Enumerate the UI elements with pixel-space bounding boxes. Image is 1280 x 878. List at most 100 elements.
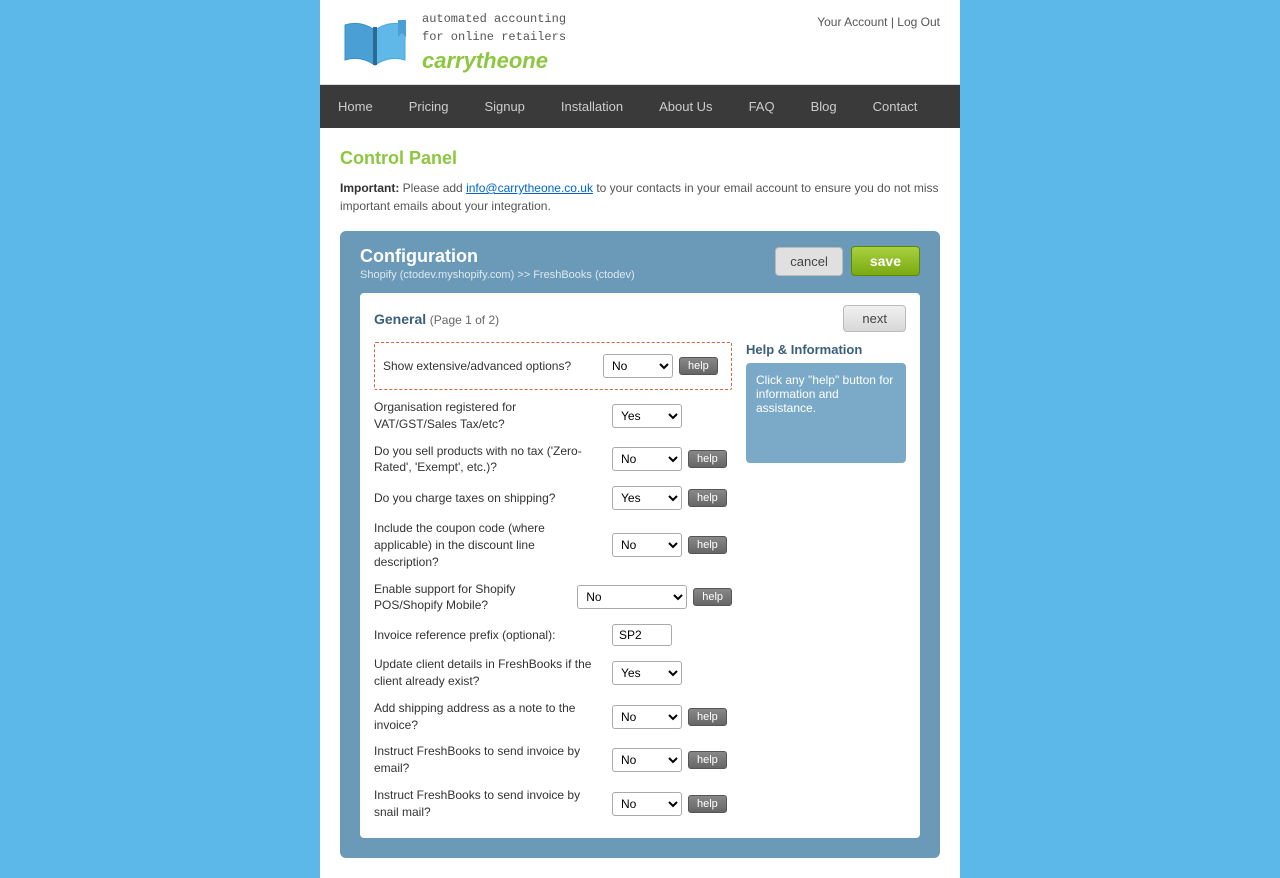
form-row-wrapper-9: Instruct FreshBooks to send invoice by e… (374, 738, 732, 782)
general-title-area: General (Page 1 of 2) (374, 311, 499, 327)
general-section: General (Page 1 of 2) next Show extensiv… (360, 293, 920, 838)
help-button-tax-shipping[interactable]: help (688, 489, 727, 507)
logo-icon (340, 15, 410, 70)
help-content: Click any "help" button for information … (746, 363, 906, 463)
help-button-send-invoice-email[interactable]: help (688, 751, 727, 769)
header: automated accounting for online retailer… (320, 0, 960, 85)
form-control-shipping-note: NoYes help (612, 705, 732, 729)
form-row-tax-shipping: Do you charge taxes on shipping?YesNo hel… (374, 481, 732, 515)
general-body: Show extensive/advanced options?NoYeshel… (374, 342, 906, 826)
form-row-wrapper-8: Add shipping address as a note to the in… (374, 695, 732, 739)
form-control-invoice-prefix (612, 624, 732, 646)
select-coupon-code[interactable]: NoYes (612, 533, 682, 557)
help-button-shopify-pos[interactable]: help (693, 588, 732, 606)
form-row-shipping-note: Add shipping address as a note to the in… (374, 695, 732, 739)
form-row-extensive-options: Show extensive/advanced options?NoYes hel… (383, 349, 723, 383)
select-send-invoice-snail[interactable]: NoYes (612, 792, 682, 816)
form-row-wrapper-7: Update client details in FreshBooks if t… (374, 651, 732, 695)
help-button-zero-rated[interactable]: help (688, 450, 727, 468)
form-label-extensive-options: Show extensive/advanced options? (383, 358, 603, 375)
form-control-send-invoice-email: NoYes help (612, 748, 732, 772)
nav-bar: HomePricingSignupInstallationAbout UsFAQ… (320, 85, 960, 128)
help-button-send-invoice-snail[interactable]: help (688, 795, 727, 813)
config-title-area: Configuration Shopify (ctodev.myshopify.… (360, 246, 635, 281)
select-shipping-note[interactable]: NoYes (612, 705, 682, 729)
form-label-send-invoice-email: Instruct FreshBooks to send invoice by e… (374, 743, 612, 777)
form-label-update-client: Update client details in FreshBooks if t… (374, 656, 612, 690)
nav-item-installation[interactable]: Installation (543, 85, 641, 128)
cancel-button[interactable]: cancel (775, 247, 843, 276)
help-button-shipping-note[interactable]: help (688, 708, 727, 726)
form-row-wrapper-10: Instruct FreshBooks to send invoice by s… (374, 782, 732, 826)
form-control-extensive-options: NoYes help (603, 354, 723, 378)
form-control-update-client: YesNo (612, 661, 732, 685)
form-control-tax-shipping: YesNo help (612, 486, 732, 510)
general-header: General (Page 1 of 2) next (374, 305, 906, 332)
select-zero-rated[interactable]: NoYes (612, 447, 682, 471)
config-buttons: cancel save (775, 246, 920, 276)
config-header: Configuration Shopify (ctodev.myshopify.… (360, 246, 920, 281)
content-area: Control Panel Important: Please add info… (320, 128, 960, 878)
form-label-coupon-code: Include the coupon code (where applicabl… (374, 520, 612, 570)
nav-item-blog[interactable]: Blog (793, 85, 855, 128)
config-title: Configuration (360, 246, 635, 267)
form-label-invoice-prefix: Invoice reference prefix (optional): (374, 627, 612, 644)
page-title: Control Panel (340, 148, 940, 169)
select-tax-shipping[interactable]: YesNo (612, 486, 682, 510)
important-email-link[interactable]: info@carrytheone.co.uk (466, 181, 593, 195)
form-row-wrapper-2: Do you sell products with no tax ('Zero-… (374, 438, 732, 482)
select-send-invoice-email[interactable]: NoYes (612, 748, 682, 772)
form-label-send-invoice-snail: Instruct FreshBooks to send invoice by s… (374, 787, 612, 821)
select-update-client[interactable]: YesNo (612, 661, 682, 685)
form-row-vat-registered: Organisation registered for VAT/GST/Sale… (374, 394, 732, 438)
form-control-coupon-code: NoYes help (612, 533, 732, 557)
form-row-wrapper-1: Organisation registered for VAT/GST/Sale… (374, 394, 732, 438)
general-page-info: (Page 1 of 2) (430, 313, 499, 327)
logo-area: automated accounting for online retailer… (340, 10, 566, 74)
next-button[interactable]: next (843, 305, 906, 332)
nav-item-about[interactable]: About Us (641, 85, 730, 128)
form-label-tax-shipping: Do you charge taxes on shipping? (374, 490, 612, 507)
general-title: General (374, 311, 426, 327)
form-control-send-invoice-snail: NoYes help (612, 792, 732, 816)
input-invoice-prefix[interactable] (612, 624, 672, 646)
select-shopify-pos[interactable]: NoYes (577, 585, 687, 609)
config-subtitle: Shopify (ctodev.myshopify.com) >> FreshB… (360, 269, 635, 281)
help-column: Help & Information Click any "help" butt… (746, 342, 906, 826)
form-row-wrapper-5: Enable support for Shopify POS/Shopify M… (374, 576, 732, 620)
select-extensive-options[interactable]: NoYes (603, 354, 673, 378)
form-row-update-client: Update client details in FreshBooks if t… (374, 651, 732, 695)
form-label-vat-registered: Organisation registered for VAT/GST/Sale… (374, 399, 612, 433)
nav-item-contact[interactable]: Contact (855, 85, 936, 128)
logout-link[interactable]: Log Out (897, 15, 940, 29)
form-section-box: Show extensive/advanced options?NoYes hel… (374, 342, 732, 390)
important-notice: Important: Please add info@carrytheone.c… (340, 179, 940, 215)
form-row-shopify-pos: Enable support for Shopify POS/Shopify M… (374, 576, 732, 620)
form-label-zero-rated: Do you sell products with no tax ('Zero-… (374, 443, 612, 477)
help-button-coupon-code[interactable]: help (688, 536, 727, 554)
tagline: automated accounting for online retailer… (422, 10, 566, 46)
form-column: Show extensive/advanced options?NoYeshel… (374, 342, 732, 826)
nav-item-faq[interactable]: FAQ (731, 85, 793, 128)
form-row-send-invoice-email: Instruct FreshBooks to send invoice by e… (374, 738, 732, 782)
save-button[interactable]: save (851, 246, 920, 276)
form-row-zero-rated: Do you sell products with no tax ('Zero-… (374, 438, 732, 482)
form-row-wrapper-4: Include the coupon code (where applicabl… (374, 515, 732, 575)
nav-item-pricing[interactable]: Pricing (391, 85, 467, 128)
your-account-link[interactable]: Your Account (817, 15, 887, 29)
form-label-shopify-pos: Enable support for Shopify POS/Shopify M… (374, 581, 577, 615)
logo-text-area: automated accounting for online retailer… (422, 10, 566, 74)
form-row-coupon-code: Include the coupon code (where applicabl… (374, 515, 732, 575)
select-vat-registered[interactable]: YesNo (612, 404, 682, 428)
form-label-shipping-note: Add shipping address as a note to the in… (374, 700, 612, 734)
nav-item-signup[interactable]: Signup (466, 85, 542, 128)
config-panel: Configuration Shopify (ctodev.myshopify.… (340, 231, 940, 858)
help-button-extensive-options[interactable]: help (679, 357, 718, 375)
nav-item-home[interactable]: Home (320, 85, 391, 128)
form-control-zero-rated: NoYes help (612, 447, 732, 471)
form-control-vat-registered: YesNo (612, 404, 732, 428)
form-row-send-invoice-snail: Instruct FreshBooks to send invoice by s… (374, 782, 732, 826)
form-row-invoice-prefix: Invoice reference prefix (optional): (374, 619, 732, 651)
form-row-wrapper-6: Invoice reference prefix (optional): (374, 619, 732, 651)
header-links: Your Account | Log Out (817, 10, 940, 29)
